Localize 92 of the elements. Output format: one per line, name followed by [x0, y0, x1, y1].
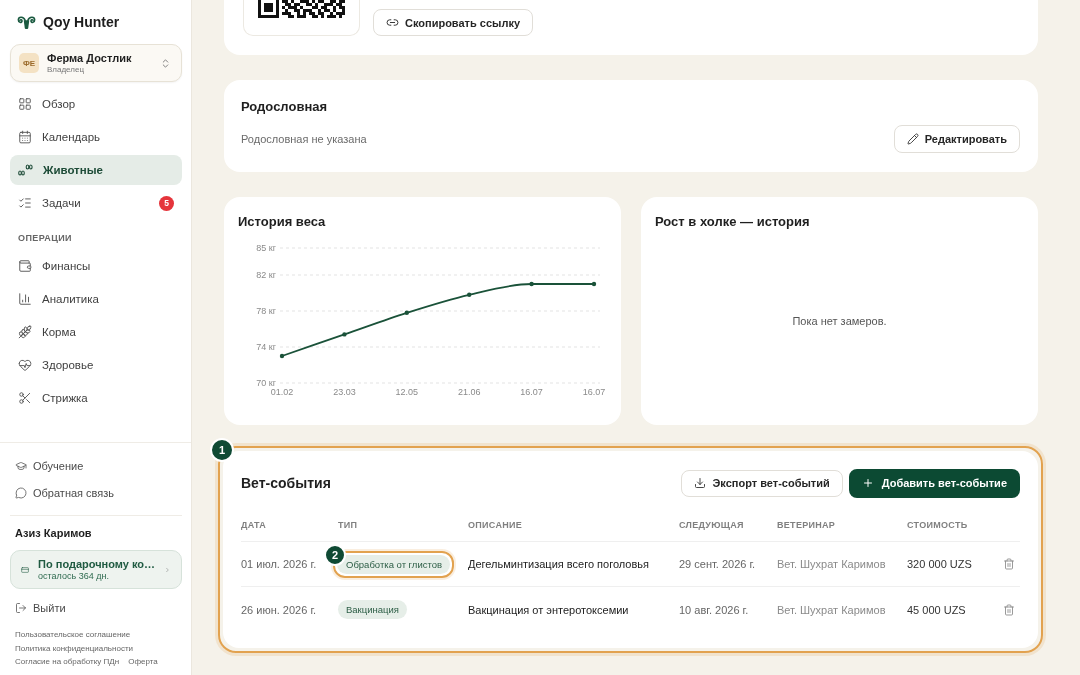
download-icon	[694, 477, 707, 489]
nav-item[interactable]: Здоровье	[10, 350, 182, 380]
empty-message: Родословная не указана	[241, 133, 367, 145]
step-marker: 1	[210, 438, 234, 462]
legal-link[interactable]: Оферта	[128, 657, 158, 667]
nav-item[interactable]: Аналитика	[10, 284, 182, 314]
column-header: ОПИСАНИЕ	[468, 519, 523, 530]
axis-label: 21.06	[457, 387, 481, 397]
type-tag: Вакцинация	[338, 600, 407, 619]
card-title: История веса	[238, 214, 327, 230]
link-icon	[386, 16, 399, 29]
chat-bubble-icon	[15, 487, 27, 499]
legal-link[interactable]: Пользовательское соглашение	[15, 630, 131, 640]
column-header: СТОИМОСТЬ	[907, 519, 968, 530]
table-cell: 45 000 UZS	[907, 603, 966, 616]
pencil-icon	[906, 133, 919, 145]
step-marker: 2	[324, 543, 346, 566]
logout-button[interactable]: Выйти	[10, 597, 71, 619]
sidebar-link[interactable]: Обучение	[10, 454, 89, 478]
grid-icon	[18, 97, 32, 111]
nav-item[interactable]: Корма	[10, 317, 182, 347]
table-cell: Вет. Шухрат Каримов	[777, 558, 886, 570]
nav-item[interactable]: Задачи 5	[10, 188, 182, 218]
nav-item[interactable]: Календарь	[10, 122, 182, 152]
add-button[interactable]: Добавить вет-событие	[848, 468, 1020, 498]
table-cell: Вет. Шухрат Каримов	[777, 603, 886, 616]
checklist-icon	[18, 196, 32, 210]
axis-label: 16.07	[582, 387, 606, 397]
axis-label: 85 кг	[256, 243, 276, 253]
trash-icon	[1003, 603, 1015, 616]
axis-label: 01.02	[270, 387, 294, 397]
card-title: Вет-события	[241, 475, 331, 491]
sidebar-link[interactable]: Обратная связь	[10, 481, 120, 505]
table-cell: 26 июн. 2026 г.	[241, 603, 317, 616]
axis-label: 70 кг	[256, 378, 276, 388]
table-cell: 320 000 UZS	[907, 558, 972, 570]
data-point	[279, 353, 285, 359]
data-point	[529, 281, 534, 287]
plus-icon	[861, 477, 874, 489]
nav-item[interactable]: Финансы	[10, 251, 182, 281]
axis-label: 16.07	[520, 387, 543, 397]
graduation-cap-icon	[15, 460, 27, 472]
hoofprints-icon	[18, 164, 33, 176]
table-cell: 29 сент. 2026 г.	[679, 558, 756, 570]
bar-chart-icon	[18, 292, 32, 306]
user-name: Азиз Каримов	[14, 526, 92, 540]
axis-label: 12.05	[395, 387, 419, 397]
scissors-icon	[18, 391, 32, 405]
wallet-icon	[18, 259, 32, 273]
table-cell: Вакцинация от энтеротоксемии	[468, 603, 629, 616]
wheat-icon	[18, 325, 32, 339]
column-header: ВЕТЕРИНАР	[777, 519, 836, 530]
axis-label: 78 кг	[256, 306, 276, 316]
edit-button[interactable]: Редактировать	[893, 125, 1020, 153]
section-title: ОПЕРАЦИИ	[18, 232, 72, 244]
column-header: СЛЕДУЮЩАЯ	[679, 519, 744, 530]
data-point	[342, 332, 347, 337]
type-tag: Обработка от глистов	[337, 554, 451, 574]
count-badge: 5	[159, 195, 174, 211]
delete-button[interactable]	[1003, 603, 1015, 616]
data-point	[467, 292, 472, 297]
delete-button[interactable]	[1003, 558, 1015, 570]
legal-link[interactable]: Согласие на обработку ПДн	[15, 657, 120, 667]
table-cell: Дегельминтизация всего поголовья	[468, 558, 650, 570]
logout-icon	[15, 602, 27, 614]
card-title: Рост в холке — история	[655, 214, 811, 230]
chevrons-up-down-icon	[160, 57, 171, 69]
trash-icon	[1003, 558, 1015, 570]
nav-item[interactable]: Животные	[10, 155, 182, 185]
table-cell: 01 июл. 2026 г.	[241, 558, 317, 570]
farm-switcher[interactable]: ФЕ Ферма Достлик Владелец	[10, 44, 182, 82]
copy-link-button[interactable]: Скопировать ссылку	[373, 9, 534, 36]
ram-head-icon	[17, 14, 36, 30]
table-cell: 10 авг. 2026 г.	[679, 603, 749, 616]
data-point	[591, 281, 597, 287]
calendar-icon	[18, 130, 32, 144]
farm-avatar: ФЕ	[19, 53, 39, 73]
axis-label: 82 кг	[256, 270, 276, 280]
column-header: ДАТА	[241, 519, 267, 530]
card-title: Родословная	[241, 99, 329, 115]
legal-link[interactable]: Политика конфиденциальности	[15, 643, 134, 653]
nav-item[interactable]: Стрижка	[10, 383, 182, 413]
axis-label: 23.03	[333, 387, 356, 397]
heart-pulse-icon	[18, 358, 32, 372]
column-header: ТИП	[338, 519, 358, 530]
data-point	[404, 310, 409, 315]
export-button[interactable]: Экспорт вет-событий	[681, 469, 843, 497]
app-name: Qoy Hunter	[43, 14, 120, 30]
empty-message: Пока нет замеров.	[792, 314, 887, 327]
axis-label: 74 кг	[256, 342, 276, 352]
nav-item[interactable]: Обзор	[10, 89, 182, 119]
subscription-card[interactable]: По подарочному ко… осталось 364 дн.	[10, 550, 182, 589]
